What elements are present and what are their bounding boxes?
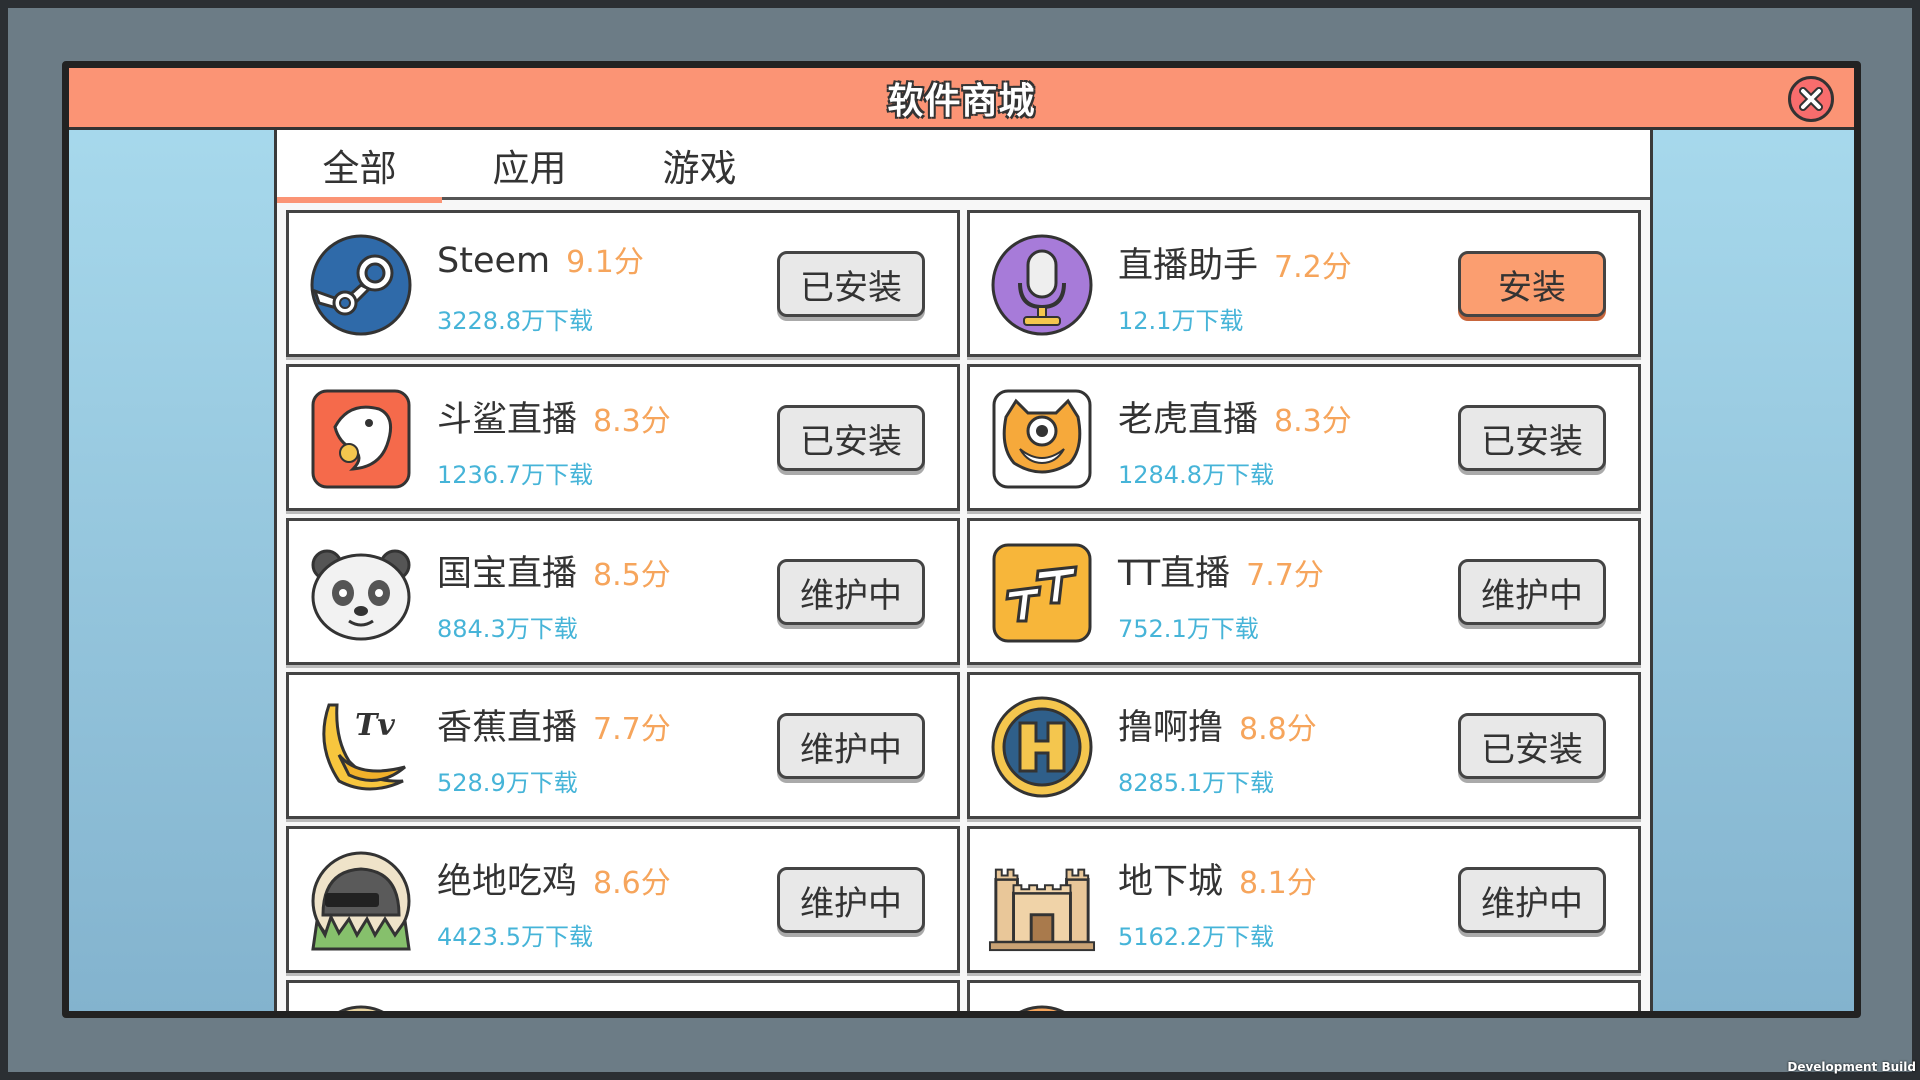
shark-icon (307, 385, 415, 493)
app-score: 8.5分 (593, 558, 671, 593)
app-downloads: 8285.1万下载 (1118, 769, 1274, 797)
app-name: 香蕉直播 (437, 708, 578, 748)
castle-icon (988, 847, 1096, 955)
app-name: 国宝直播 (437, 554, 578, 594)
app-downloads: 3228.8万下载 (437, 307, 593, 335)
app-card: 国宝直播 8.5分 884.3万下载 维护中 (286, 518, 960, 665)
tab-bar: 全部 应用 游戏 (277, 130, 1650, 203)
install-button[interactable]: 安装 (1458, 251, 1606, 317)
app-downloads: 4423.5万下载 (437, 923, 593, 951)
app-card-partial (286, 980, 960, 1011)
tab-apps[interactable]: 应用 (447, 130, 612, 200)
app-score: 7.7分 (593, 712, 671, 747)
dev-build-label: Development Build (1787, 1060, 1916, 1074)
app-name: 地下城 (1118, 862, 1224, 902)
helmet-icon (307, 847, 415, 955)
app-downloads: 12.1万下载 (1118, 307, 1244, 335)
maintenance-button[interactable]: 维护中 (1458, 559, 1606, 625)
app-card: TT直播 7.7分 752.1万下载 维护中 (967, 518, 1641, 665)
microphone-icon (988, 231, 1096, 339)
app-name: TT直播 (1118, 554, 1231, 594)
app-card: 斗鲨直播 8.3分 1236.7万下载 已安装 (286, 364, 960, 511)
app-name: 绝地吃鸡 (437, 862, 578, 902)
app-score: 8.3分 (593, 404, 671, 439)
app-name: 直播助手 (1118, 246, 1259, 286)
app-card: 绝地吃鸡 8.6分 4423.5万下载 维护中 (286, 826, 960, 973)
app-name: Steem (437, 241, 551, 281)
app-score: 7.7分 (1246, 558, 1324, 593)
title-bar: 软件商城 (69, 68, 1854, 130)
app-name: 撸啊撸 (1118, 708, 1224, 748)
app-card: 地下城 8.1分 5162.2万下载 维护中 (967, 826, 1641, 973)
installed-button[interactable]: 已安装 (1458, 713, 1606, 779)
app-name: 老虎直播 (1118, 400, 1259, 440)
app-score: 9.1分 (566, 245, 644, 280)
app-card: Steem 9.1分 3228.8万下载 已安装 (286, 210, 960, 357)
app-downloads: 884.3万下载 (437, 615, 578, 643)
svg-text:Tv: Tv (355, 708, 395, 743)
window-title: 软件商城 (887, 80, 1036, 122)
maintenance-button[interactable]: 维护中 (777, 867, 925, 933)
installed-button[interactable]: 已安装 (777, 251, 925, 317)
banana-tv-icon: Tv (307, 693, 415, 801)
app-score: 8.8分 (1239, 712, 1317, 747)
app-name: 斗鲨直播 (437, 400, 578, 440)
tab-all[interactable]: 全部 (277, 130, 442, 203)
maintenance-button[interactable]: 维护中 (777, 559, 925, 625)
tab-games[interactable]: 游戏 (617, 130, 782, 200)
tiger-icon (988, 385, 1096, 493)
app-card: 撸啊撸 8.8分 8285.1万下载 已安装 (967, 672, 1641, 819)
app-icon-partial (988, 1001, 1096, 1011)
app-card-partial (967, 980, 1641, 1011)
tt-icon (988, 539, 1096, 647)
app-score: 8.1分 (1239, 866, 1317, 901)
installed-button[interactable]: 已安装 (777, 405, 925, 471)
close-button[interactable] (1788, 76, 1834, 122)
installed-button[interactable]: 已安装 (1458, 405, 1606, 471)
app-icon-partial (307, 1001, 415, 1011)
software-store-window: 软件商城 全部 应用 游戏 Steem 9.1分 3228.8万下载 已安装 直… (62, 61, 1861, 1018)
app-card: 老虎直播 8.3分 1284.8万下载 已安装 (967, 364, 1641, 511)
maintenance-button[interactable]: 维护中 (1458, 867, 1606, 933)
app-score: 7.2分 (1274, 250, 1352, 285)
h-shield-icon (988, 693, 1096, 801)
app-card: Tv 香蕉直播 7.7分 528.9万下载 维护中 (286, 672, 960, 819)
maintenance-button[interactable]: 维护中 (777, 713, 925, 779)
app-downloads: 528.9万下载 (437, 769, 578, 797)
app-score: 8.6分 (593, 866, 671, 901)
close-icon (1799, 87, 1823, 111)
app-card: 直播助手 7.2分 12.1万下载 安装 (967, 210, 1641, 357)
app-score: 8.3分 (1274, 404, 1352, 439)
app-downloads: 1284.8万下载 (1118, 461, 1274, 489)
store-panel: 全部 应用 游戏 Steem 9.1分 3228.8万下载 已安装 直播助手 7… (274, 130, 1653, 1011)
app-downloads: 1236.7万下载 (437, 461, 593, 489)
app-downloads: 5162.2万下载 (1118, 923, 1274, 951)
panda-icon (307, 539, 415, 647)
app-downloads: 752.1万下载 (1118, 615, 1259, 643)
steam-icon (307, 231, 415, 339)
app-grid: Steem 9.1分 3228.8万下载 已安装 直播助手 7.2分 12.1万… (277, 200, 1650, 1011)
